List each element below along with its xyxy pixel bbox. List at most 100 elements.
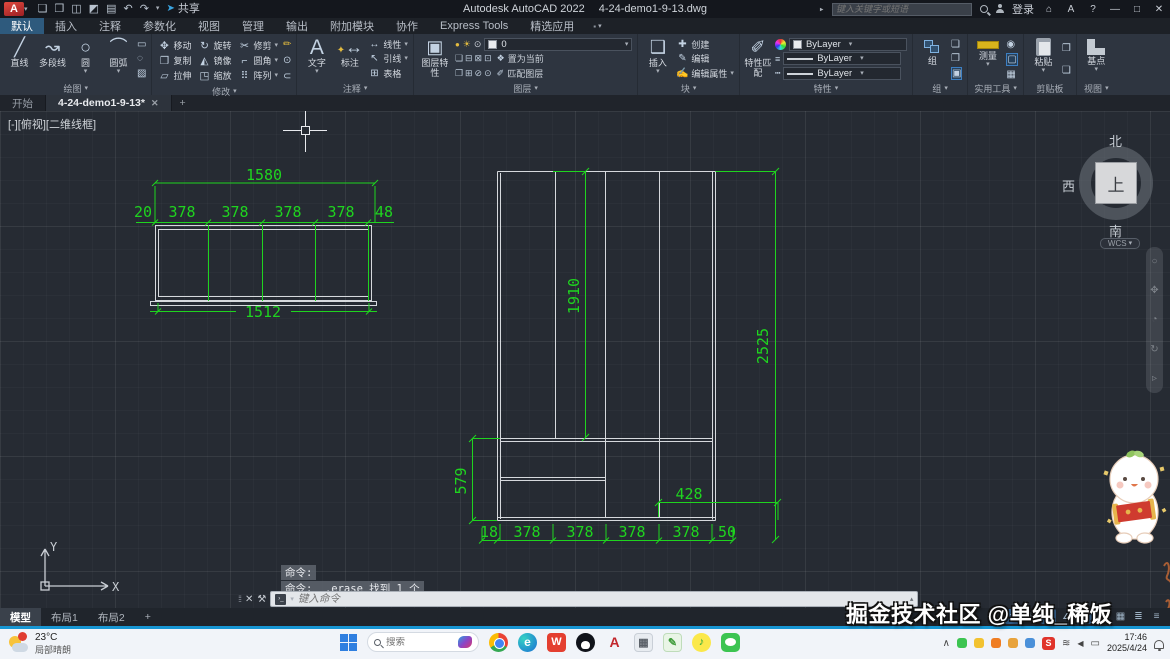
lineweight-toggle-icon[interactable]: ▦ — [1113, 609, 1128, 624]
layer-lock-icon[interactable]: ⊙ — [474, 39, 482, 50]
calculator-icon[interactable]: ▦ — [1006, 69, 1017, 80]
maximize-button[interactable]: □ — [1130, 4, 1144, 15]
panel-properties-footer[interactable]: 特性▾ — [740, 82, 912, 95]
command-input[interactable] — [298, 593, 906, 605]
help-search-box[interactable] — [832, 3, 972, 16]
show-motion-icon[interactable]: ▹ — [1152, 373, 1157, 384]
linetype-icon[interactable]: ┅ — [775, 68, 780, 79]
viewcube-west[interactable]: 西 — [1062, 176, 1075, 195]
drawing-canvas[interactable]: [-][俯视][二维线框] — [0, 111, 1170, 608]
cart-icon[interactable]: ⌂ — [1042, 4, 1056, 15]
polyline-button[interactable]: ↝多段线 — [36, 36, 69, 82]
autocad-taskbar-icon[interactable]: A — [605, 633, 624, 652]
wechat-icon[interactable] — [721, 633, 740, 652]
taskbar-weather-widget[interactable]: 23°C 局部晴朗 — [8, 632, 71, 656]
customize-icon[interactable]: ≡ — [1149, 609, 1164, 624]
tab-output[interactable]: 输出 — [275, 18, 319, 34]
close-tab-icon[interactable]: ✕ — [151, 98, 159, 109]
qat-dropdown-icon[interactable]: ▾ — [156, 2, 160, 16]
sogou-ime-icon[interactable]: S — [1042, 637, 1055, 650]
chrome-icon[interactable] — [489, 633, 508, 652]
orbit-icon[interactable]: ↻ — [1150, 344, 1158, 355]
layer-tools-icons[interactable]: ❏⊟⊠⊡ — [455, 53, 494, 64]
start-tab[interactable]: 开始 — [0, 95, 46, 111]
wcs-dropdown[interactable]: WCS▾ — [1100, 238, 1140, 249]
notifications-icon[interactable] — [1154, 640, 1164, 649]
calculator-app-icon[interactable]: ▦ — [634, 633, 653, 652]
viewcube-north[interactable]: 北 — [1109, 131, 1122, 150]
qq-icon[interactable] — [576, 633, 595, 652]
layer-tools-icons[interactable]: ❐⊞⊘⊙ — [455, 68, 494, 79]
measure-button[interactable]: 测量▾ — [971, 36, 1004, 82]
recent-commands-icon[interactable]: ▾ — [290, 596, 294, 603]
paste-button[interactable]: 粘贴▾ — [1027, 36, 1060, 82]
panel-draw-footer[interactable]: 绘图▾ — [0, 82, 151, 95]
open-file-icon[interactable]: ❒ — [54, 2, 64, 16]
edge-icon[interactable]: e — [518, 633, 537, 652]
search-collapse-icon[interactable]: ▾ — [819, 7, 826, 11]
color-wheel-icon[interactable] — [775, 39, 786, 50]
navigation-bar[interactable]: ○ ✥ ◔ ↻ ▹ — [1146, 247, 1163, 393]
offset-icon[interactable]: ⊂ — [283, 71, 291, 82]
battery-icon[interactable]: ▭ — [1091, 638, 1100, 649]
tab-express-tools[interactable]: Express Tools — [429, 18, 519, 34]
hatch-icon[interactable]: ▨ — [137, 68, 146, 79]
tab-home[interactable]: 默认 — [0, 18, 44, 34]
array-button[interactable]: ⠿阵列▾ — [238, 69, 278, 82]
pan-icon[interactable]: ✥ — [1150, 285, 1158, 296]
edit-block-button[interactable]: ✎编辑 — [676, 52, 734, 65]
new-tab-button[interactable]: + — [172, 95, 194, 111]
tab-parametric[interactable]: 参数化 — [132, 18, 187, 34]
insert-block-button[interactable]: ❑插入▾ — [641, 36, 674, 82]
panel-clipboard-footer[interactable]: 剪贴板 — [1024, 82, 1076, 95]
group-button[interactable]: 组 — [916, 36, 949, 82]
set-current-button[interactable]: 置为当前 — [508, 52, 544, 65]
tray-app-icon-blue[interactable] — [1025, 638, 1035, 648]
match-properties-button[interactable]: ✐特性匹配 — [743, 36, 773, 82]
select-box-icon[interactable]: ▢ — [1006, 53, 1017, 66]
tab-manage[interactable]: 管理 — [231, 18, 275, 34]
wps-icon[interactable]: W — [547, 633, 566, 652]
help-icon[interactable]: ? — [1086, 4, 1100, 15]
tray-app-icon-yellow[interactable] — [974, 638, 984, 648]
base-point-button[interactable]: 基点▾ — [1080, 36, 1113, 82]
tab-insert[interactable]: 插入 — [44, 18, 88, 34]
plot-icon[interactable]: ▤ — [106, 2, 116, 16]
save-as-icon[interactable]: ◩ — [89, 2, 99, 16]
linetype-dropdown[interactable]: ByLayer▾ — [783, 67, 901, 80]
panel-block-footer[interactable]: 块▾ — [638, 82, 739, 95]
fillet-button[interactable]: ⌐圆角▾ — [238, 54, 278, 67]
tab-featured-apps[interactable]: 精选应用 — [519, 18, 585, 34]
ellipse-icon[interactable]: ◌ — [137, 53, 146, 64]
account-icon[interactable] — [996, 5, 1004, 13]
close-button[interactable]: ✕ — [1152, 4, 1166, 15]
copy-clip-icon[interactable]: ❐ — [1062, 43, 1071, 54]
panel-view-footer[interactable]: 视图▾ — [1077, 82, 1116, 95]
layer-dropdown[interactable]: 0▾ — [484, 38, 632, 51]
search-icon[interactable] — [980, 5, 988, 13]
linear-dim-button[interactable]: ↔线性▾ — [368, 38, 408, 51]
taskbar-search[interactable] — [367, 632, 479, 652]
minimize-button[interactable]: — — [1108, 4, 1122, 15]
group-edit-icon[interactable]: ❐ — [951, 53, 962, 64]
help-search-input[interactable] — [836, 4, 956, 14]
tray-app-icon-green[interactable] — [957, 638, 967, 648]
wifi-icon[interactable]: ≋ — [1062, 638, 1070, 649]
document-tab[interactable]: 4-24-demo1-9-13*✕ — [46, 95, 172, 111]
panel-group-footer[interactable]: 组▾ — [913, 82, 967, 95]
dimension-button[interactable]: ✦↔标注 — [333, 36, 366, 82]
table-button[interactable]: ⊞表格 — [368, 67, 408, 80]
color-dropdown[interactable]: ByLayer▾ — [789, 38, 907, 51]
layer-thaw-icon[interactable]: ☀ — [463, 39, 471, 50]
panel-utilities-footer[interactable]: 实用工具▾ — [968, 82, 1022, 95]
volume-icon[interactable]: ◀ — [1077, 639, 1083, 648]
panel-annotate-footer[interactable]: 注释▾ — [297, 82, 413, 95]
app-menu-button[interactable]: A — [4, 2, 24, 16]
new-file-icon[interactable]: ❏ — [38, 2, 48, 16]
annotation-toggle-icon[interactable]: ≣ — [1131, 609, 1146, 624]
tab-addins[interactable]: 附加模块 — [319, 18, 385, 34]
share-button[interactable]: ➤共享 — [166, 2, 199, 16]
tab-view[interactable]: 视图 — [187, 18, 231, 34]
autodesk-app-icon[interactable]: A — [1064, 4, 1078, 15]
tray-app-icon-folder[interactable] — [1008, 638, 1018, 648]
